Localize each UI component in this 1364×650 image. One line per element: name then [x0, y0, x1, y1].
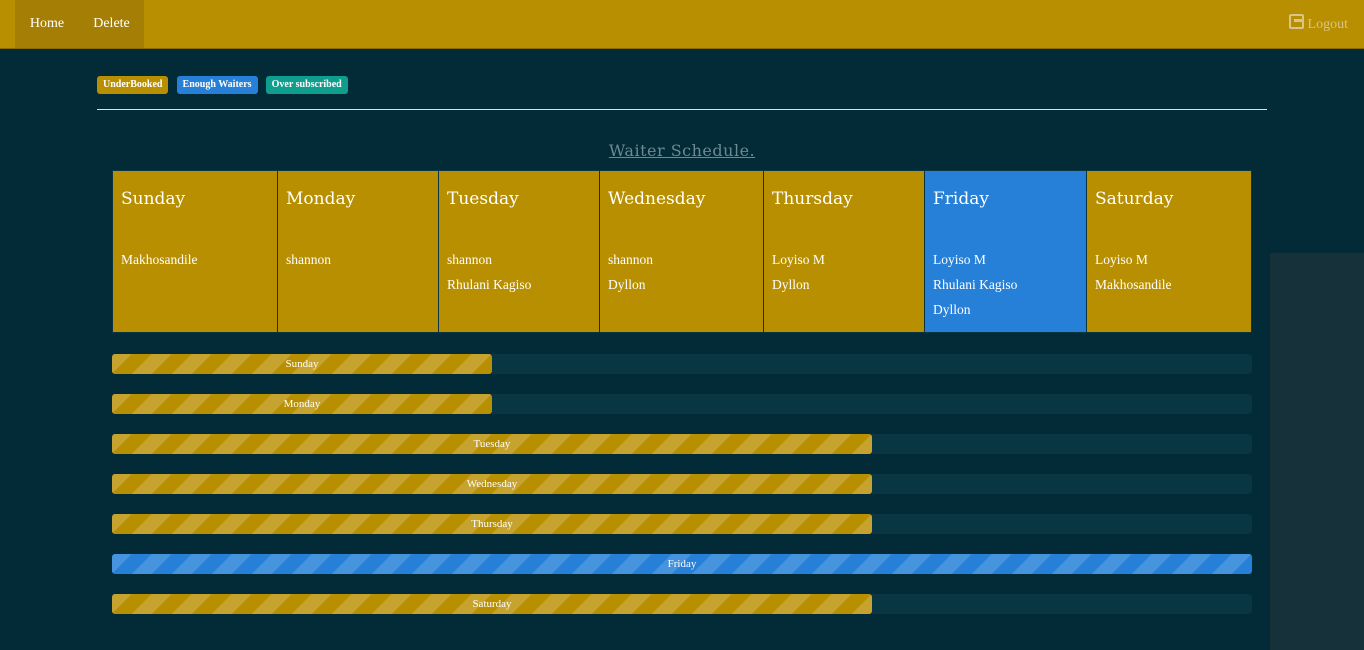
waiter-name: shannon: [608, 252, 653, 267]
progress-fill-friday: Friday: [112, 554, 1252, 574]
progress-label: Sunday: [285, 358, 319, 370]
progress-fill-sunday: Sunday: [112, 354, 492, 374]
status-legend: UnderBooked Enough Waiters Over subscrib…: [97, 72, 351, 94]
day-column-thursday: Thursday Loyiso M Dyllon: [763, 170, 924, 333]
progress-label: Monday: [283, 398, 321, 410]
nav-home-link[interactable]: Home: [15, 0, 79, 48]
day-name: Thursday: [772, 189, 853, 209]
progress-track-saturday: Saturday: [112, 594, 1252, 614]
day-column-saturday: Saturday Loyiso M Makhosandile: [1086, 170, 1252, 333]
progress-track-monday: Monday: [112, 394, 1252, 414]
day-name: Saturday: [1095, 189, 1174, 209]
waiter-name: Makhosandile: [1095, 277, 1172, 292]
day-name: Friday: [933, 189, 989, 209]
progress-track-tuesday: Tuesday: [112, 434, 1252, 454]
legend-enough-badge: Enough Waiters: [176, 76, 258, 94]
schedule-title[interactable]: Waiter Schedule.: [0, 141, 1364, 160]
logout-link[interactable]: Logout: [1288, 14, 1348, 33]
day-column-friday: Friday Loyiso M Rhulani Kagiso Dyllon: [924, 170, 1086, 333]
waiter-name: Loyiso M: [1095, 252, 1148, 267]
waiter-name: shannon: [447, 252, 492, 267]
progress-track-sunday: Sunday: [112, 354, 1252, 374]
day-column-sunday: Sunday Makhosandile: [112, 170, 277, 333]
day-name: Monday: [286, 189, 356, 209]
waiter-name: Dyllon: [608, 277, 646, 292]
waiter-name: Rhulani Kagiso: [933, 277, 1018, 292]
progress-fill-tuesday: Tuesday: [112, 434, 872, 454]
legend-underbooked-badge: UnderBooked: [97, 76, 169, 94]
progress-label: Tuesday: [473, 438, 511, 450]
logout-icon: [1288, 14, 1304, 29]
divider: [97, 109, 1267, 110]
scroll-area-shade: [1270, 253, 1364, 650]
waiter-name: Rhulani Kagiso: [447, 277, 532, 292]
day-column-wednesday: Wednesday shannon Dyllon: [599, 170, 763, 333]
day-name: Tuesday: [447, 189, 519, 209]
waiter-name: Makhosandile: [121, 252, 198, 267]
progress-fill-saturday: Saturday: [112, 594, 872, 614]
day-column-monday: Monday shannon: [277, 170, 438, 333]
day-name: Sunday: [121, 189, 186, 209]
waiter-name: Loyiso M: [933, 252, 986, 267]
progress-fill-thursday: Thursday: [112, 514, 872, 534]
progress-track-friday: Friday: [112, 554, 1252, 574]
waiter-name: shannon: [286, 252, 331, 267]
logout-label: Logout: [1307, 17, 1348, 32]
progress-track-wednesday: Wednesday: [112, 474, 1252, 494]
nav-delete-link[interactable]: Delete: [79, 0, 144, 48]
weekly-schedule-grid: Sunday Makhosandile Monday shannon Tuesday sh…: [112, 170, 1252, 333]
day-column-tuesday: Tuesday shannon Rhulani Kagiso: [438, 170, 599, 333]
progress-label: Wednesday: [466, 478, 518, 490]
legend-oversubscribed-badge: Over subscribed: [265, 76, 348, 94]
progress-label: Friday: [667, 558, 697, 570]
progress-fill-monday: Monday: [112, 394, 492, 414]
progress-fill-wednesday: Wednesday: [112, 474, 872, 494]
waiter-name: Loyiso M: [772, 252, 825, 267]
progress-track-thursday: Thursday: [112, 514, 1252, 534]
progress-label: Thursday: [471, 518, 513, 530]
day-name: Wednesday: [608, 189, 706, 209]
progress-label: Saturday: [472, 598, 512, 610]
waiter-name: Dyllon: [772, 277, 810, 292]
top-navbar: Home Delete Logout: [0, 0, 1364, 49]
waiter-name: Dyllon: [933, 302, 971, 317]
